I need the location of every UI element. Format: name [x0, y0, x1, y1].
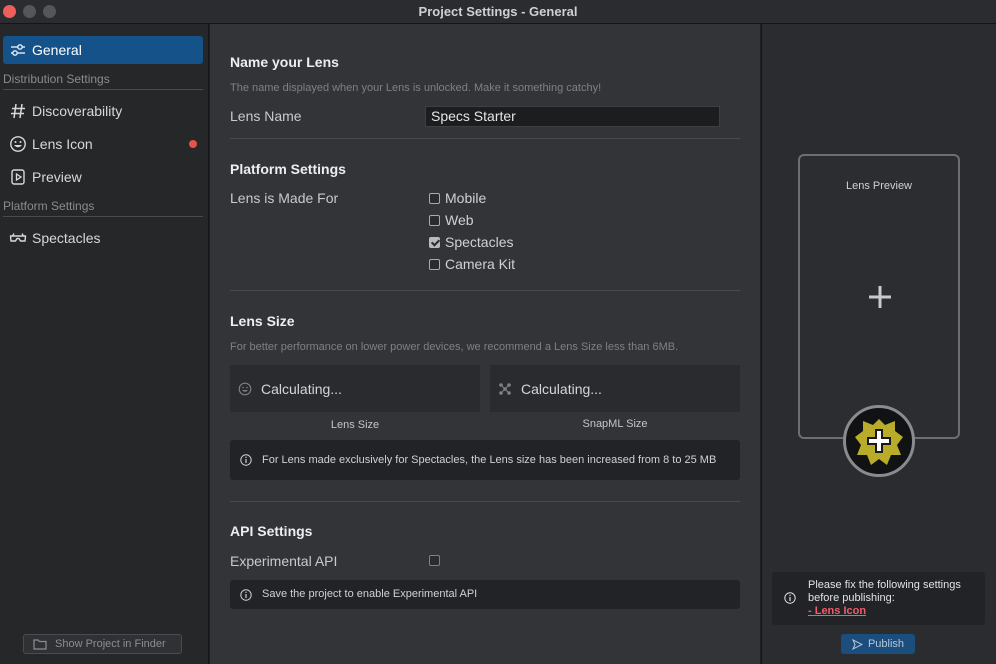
api-info-text: Save the project to enable Experimental …: [262, 588, 478, 600]
show-in-finder-button[interactable]: Show Project in Finder: [23, 634, 182, 654]
sidebar-item-label: Spectacles: [32, 230, 101, 246]
finder-button-label: Show Project in Finder: [55, 638, 166, 650]
sidebar-item-label: General: [32, 42, 82, 58]
size-hint: For better performance on lower power de…: [230, 341, 679, 353]
platform-option-camera-kit[interactable]: Camera Kit: [429, 256, 515, 272]
api-section-title: API Settings: [230, 523, 313, 539]
hash-icon: [9, 102, 27, 120]
lens-size-caption: Lens Size: [330, 419, 380, 431]
sidebar: General Distribution Settings Discoverab…: [0, 24, 209, 664]
lens-size-card: Calculating...: [230, 365, 480, 412]
size-info-text: For Lens made exclusively for Spectacles…: [262, 453, 717, 466]
folder-icon: [33, 639, 47, 650]
publish-warning-box: Please fix the following settings before…: [772, 572, 985, 625]
camera-kit-checkbox[interactable]: [429, 258, 440, 270]
platform-option-web[interactable]: Web: [429, 212, 474, 228]
smiley-icon: [238, 382, 252, 395]
lens-name-input[interactable]: Specs Starter: [425, 106, 720, 127]
platform-option-spectacles[interactable]: Spectacles: [429, 234, 513, 250]
snapml-size-value: Calculating...: [521, 380, 602, 397]
mobile-checkbox[interactable]: [429, 192, 440, 204]
section-distribution-settings: Distribution Settings: [3, 72, 203, 90]
divider: [230, 501, 740, 502]
network-icon: [499, 382, 511, 395]
sidebar-item-label: Discoverability: [32, 103, 123, 119]
sidebar-item-general[interactable]: General: [3, 36, 203, 64]
name-hint: The name displayed when your Lens is unl…: [230, 82, 602, 94]
divider: [230, 290, 740, 291]
experimental-api-checkbox[interactable]: [429, 555, 440, 566]
publish-button-label: Publish: [867, 638, 905, 650]
smiley-icon: [9, 135, 27, 153]
snapml-size-caption: SnapML Size: [582, 418, 648, 430]
lens-preview-card[interactable]: Lens Preview: [798, 154, 960, 439]
sidebar-item-lens-icon[interactable]: Lens Icon: [3, 130, 203, 158]
main-panel: Name your Lens The name displayed when y…: [210, 24, 760, 664]
info-icon: [784, 592, 796, 604]
experimental-api-toggle[interactable]: [429, 555, 445, 566]
lens-name-label: Lens Name: [230, 108, 302, 124]
sidebar-item-label: Preview: [32, 169, 82, 185]
divider: [230, 138, 740, 139]
made-for-label: Lens is Made For: [230, 190, 339, 206]
platform-option-mobile[interactable]: Mobile: [429, 190, 486, 206]
info-icon: [240, 588, 252, 601]
sidebar-item-preview[interactable]: Preview: [3, 163, 203, 191]
api-info-box: Save the project to enable Experimental …: [230, 580, 740, 609]
spectacles-checkbox[interactable]: [429, 236, 440, 248]
web-checkbox[interactable]: [429, 214, 440, 226]
name-section-title: Name your Lens: [230, 54, 339, 70]
size-section-title: Lens Size: [230, 313, 295, 329]
add-icon-icon: [855, 419, 903, 465]
sidebar-item-label: Lens Icon: [32, 136, 93, 152]
section-platform-settings: Platform Settings: [3, 199, 203, 217]
lens-size-value: Calculating...: [261, 380, 342, 397]
sidebar-item-discoverability[interactable]: Discoverability: [3, 97, 203, 125]
sidebar-item-spectacles[interactable]: Spectacles: [3, 224, 203, 252]
title-bar: Project Settings - General: [0, 0, 996, 24]
alert-dot: [189, 140, 197, 148]
publish-warning-text: Please fix the following settings before…: [808, 579, 961, 617]
right-panel: Lens Preview Please fix the following se…: [761, 24, 996, 664]
send-icon: [851, 638, 863, 650]
snapml-size-card: Calculating...: [490, 365, 740, 412]
info-icon: [240, 454, 252, 466]
play-icon: [9, 168, 27, 186]
spectacles-icon: [9, 229, 27, 247]
lens-icon-fix-link[interactable]: - Lens Icon: [808, 605, 866, 617]
sliders-icon: [9, 41, 27, 59]
size-info-box: For Lens made exclusively for Spectacles…: [230, 440, 740, 480]
experimental-api-label: Experimental API: [230, 553, 338, 569]
publish-button[interactable]: Publish: [841, 634, 915, 654]
add-preview-icon[interactable]: [867, 284, 893, 310]
lens-preview-label: Lens Preview: [845, 180, 913, 192]
window-title: Project Settings - General: [418, 4, 578, 19]
lens-icon-picker[interactable]: [843, 405, 915, 477]
platform-section-title: Platform Settings: [230, 161, 346, 177]
